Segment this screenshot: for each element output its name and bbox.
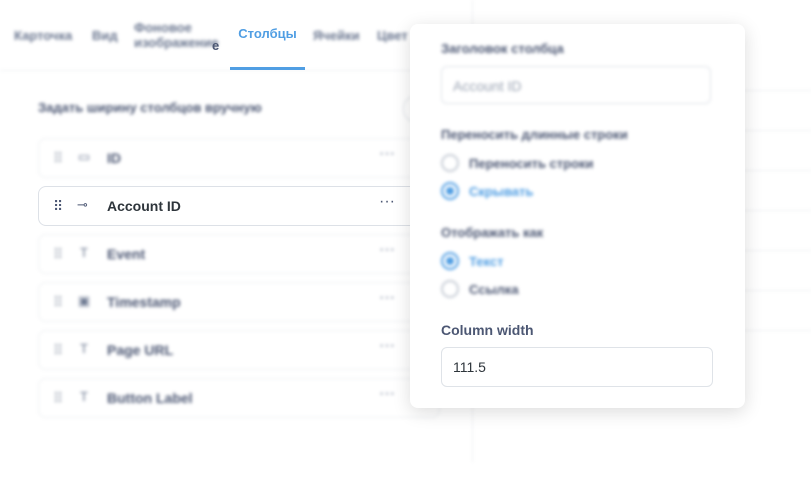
selected-column-row[interactable]: ⠿ ⊸ Account ID ··· (38, 186, 440, 226)
drag-handle-icon[interactable]: ⠿ (53, 342, 63, 359)
wrap-option-label[interactable]: Переносить строки (469, 156, 594, 171)
drag-handle-icon[interactable]: ⠿ (53, 246, 63, 263)
drag-handle-icon[interactable]: ⠿ (53, 294, 63, 311)
tab-color[interactable]: Цвет (377, 0, 408, 70)
text-icon: T (80, 245, 88, 260)
column-settings-popover: Заголовок столбца Account ID Переносить … (410, 24, 745, 408)
text-icon: T (80, 389, 88, 404)
link-radio[interactable] (441, 280, 459, 298)
drag-handle-icon[interactable]: ⠿ (53, 390, 63, 407)
calendar-icon: ▣ (77, 293, 91, 308)
tab-cells[interactable]: Ячейки (313, 0, 360, 70)
column-width-label: Column width (441, 322, 534, 338)
text-radio[interactable] (441, 252, 459, 270)
column-name: Timestamp (107, 294, 181, 310)
text-option-label[interactable]: Текст (469, 254, 503, 269)
column-row[interactable]: ⠿ T Page URL ··· (38, 330, 440, 370)
column-name: Button Label (107, 390, 193, 406)
more-icon[interactable]: ··· (379, 241, 395, 259)
tab-view[interactable]: Вид (92, 0, 118, 70)
drag-handle-icon[interactable]: ⠿ (53, 198, 63, 215)
tab-columns[interactable]: Столбцы (230, 0, 305, 70)
more-icon[interactable]: ··· (379, 145, 395, 163)
section-label: Задать ширину столбцов вручную (38, 100, 262, 115)
popover-blurred-settings: Заголовок столбца Account ID Переносить … (410, 24, 745, 324)
column-name: ID (107, 150, 121, 166)
more-icon[interactable]: ··· (379, 289, 395, 307)
hide-radio[interactable] (441, 182, 459, 200)
key-icon: ⊸ (77, 197, 88, 212)
link-option-label[interactable]: Ссылка (469, 282, 519, 297)
column-row[interactable]: ⠿ T Event ··· (38, 234, 440, 274)
more-icon[interactable]: ··· (379, 193, 395, 211)
text-icon: T (80, 341, 88, 356)
tab-card[interactable]: Карточка (14, 0, 72, 70)
display-label: Отображать как (441, 225, 544, 240)
more-icon[interactable]: ··· (379, 337, 395, 355)
column-row[interactable]: ⠿ ▣ Timestamp ··· (38, 282, 440, 322)
tab-background-image[interactable]: Фоновое изображение (134, 0, 229, 70)
column-row[interactable]: ⠿ T Button Label ··· (38, 378, 440, 418)
column-name: Event (107, 246, 146, 262)
wrap-label: Переносить длинные строки (441, 127, 628, 142)
drag-handle-icon[interactable]: ⠿ (53, 150, 63, 167)
column-name: Page URL (107, 342, 174, 358)
wrap-radio[interactable] (441, 154, 459, 172)
tag-icon: ▭ (77, 149, 91, 164)
header-label: Заголовок столбца (441, 41, 564, 56)
column-header-input[interactable]: Account ID (441, 66, 711, 104)
column-name: Account ID (107, 198, 181, 214)
column-width-input[interactable] (441, 347, 713, 387)
column-row[interactable]: ⠿ ▭ ID ··· (38, 138, 440, 178)
tab-overflow-char: е (212, 38, 220, 53)
hide-option-label[interactable]: Скрывать (469, 184, 533, 199)
more-icon[interactable]: ··· (379, 385, 395, 403)
